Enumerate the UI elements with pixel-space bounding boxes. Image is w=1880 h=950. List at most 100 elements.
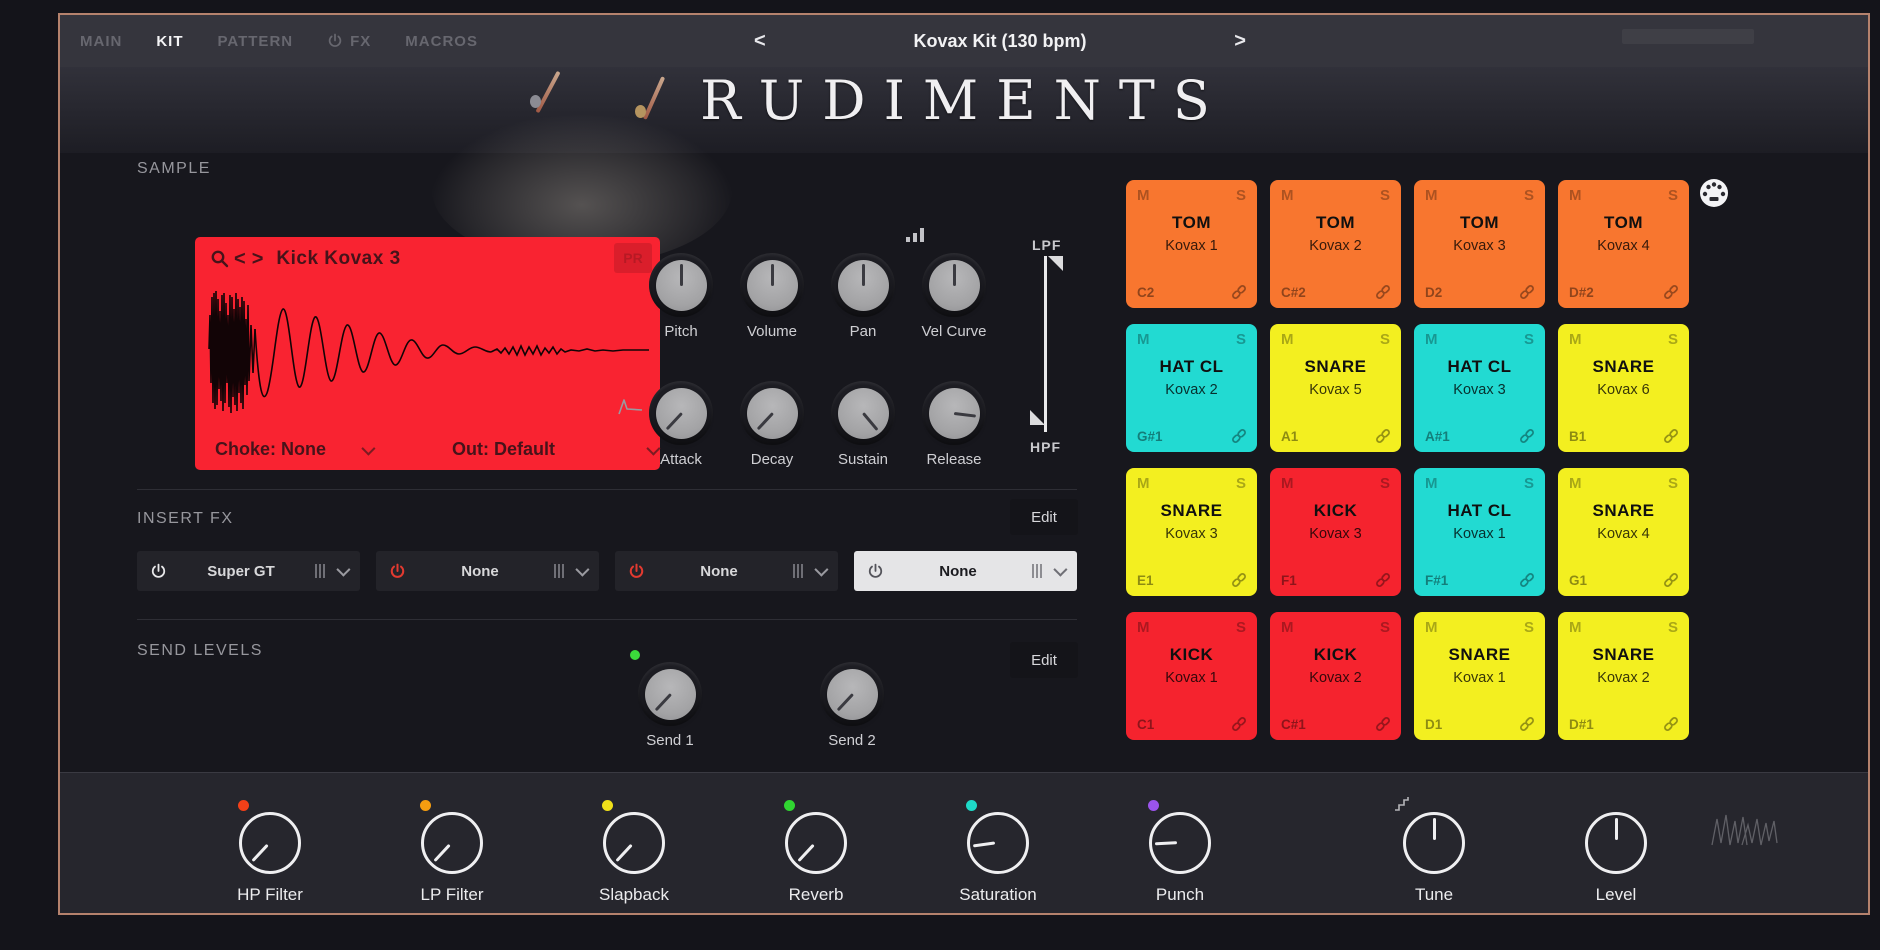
preset-prev-button[interactable]: < (740, 30, 780, 53)
solo-button[interactable]: S (1236, 619, 1246, 636)
power-icon[interactable] (327, 33, 343, 49)
mute-button[interactable]: M (1569, 475, 1582, 492)
fx-slot-2[interactable]: None (376, 551, 599, 591)
mute-button[interactable]: M (1137, 331, 1150, 348)
send-levels-edit-button[interactable]: Edit (1010, 642, 1078, 678)
reverb-macro-knob[interactable]: Reverb (766, 812, 866, 905)
mute-button[interactable]: M (1425, 475, 1438, 492)
mute-button[interactable]: M (1281, 187, 1294, 204)
drag-handle-icon[interactable] (1032, 564, 1042, 578)
level-macro-knob[interactable]: Level (1566, 812, 1666, 905)
link-icon[interactable] (1662, 283, 1680, 301)
solo-button[interactable]: S (1668, 475, 1678, 492)
solo-button[interactable]: S (1524, 331, 1534, 348)
tab-main[interactable]: MAIN (80, 33, 122, 50)
pad-kick-kovax-3[interactable]: M S KICK Kovax 3 F1 (1270, 468, 1401, 596)
decay-knob[interactable]: Decay (737, 381, 807, 468)
preset-next-button[interactable]: > (1220, 30, 1260, 53)
solo-button[interactable]: S (1668, 331, 1678, 348)
chevron-down-icon[interactable] (575, 563, 589, 577)
solo-button[interactable]: S (1668, 187, 1678, 204)
insert-fx-edit-button[interactable]: Edit (1010, 499, 1078, 535)
link-icon[interactable] (1374, 283, 1392, 301)
mute-button[interactable]: M (1137, 187, 1150, 204)
chevron-down-icon[interactable] (336, 563, 350, 577)
link-icon[interactable] (1518, 427, 1536, 445)
link-icon[interactable] (1518, 715, 1536, 733)
power-icon[interactable] (150, 563, 167, 580)
power-icon[interactable] (867, 563, 884, 580)
fx-slot-name[interactable]: None (406, 563, 554, 580)
solo-button[interactable]: S (1380, 475, 1390, 492)
solo-button[interactable]: S (1524, 619, 1534, 636)
mute-button[interactable]: M (1425, 619, 1438, 636)
preset-name[interactable]: Kovax Kit (130 bpm) (913, 31, 1086, 52)
pad-tom-kovax-4[interactable]: M S TOM Kovax 4 D#2 (1558, 180, 1689, 308)
solo-button[interactable]: S (1380, 331, 1390, 348)
fx-slot-name[interactable]: Super GT (167, 563, 315, 580)
pad-tom-kovax-1[interactable]: M S TOM Kovax 1 C2 (1126, 180, 1257, 308)
link-icon[interactable] (1518, 283, 1536, 301)
mute-button[interactable]: M (1137, 619, 1150, 636)
solo-button[interactable]: S (1524, 187, 1534, 204)
waveform[interactable] (201, 285, 654, 420)
pad-snare-kovax-5[interactable]: M S SNARE Kovax 5 A1 (1270, 324, 1401, 452)
link-icon[interactable] (1230, 715, 1248, 733)
vel-curve-knob[interactable]: Vel Curve (919, 253, 989, 340)
tab-kit[interactable]: KIT (156, 33, 183, 50)
link-icon[interactable] (1662, 427, 1680, 445)
mute-button[interactable]: M (1281, 619, 1294, 636)
pan-knob[interactable]: Pan (828, 253, 898, 340)
link-icon[interactable] (1230, 571, 1248, 589)
saturation-macro-knob[interactable]: Saturation (948, 812, 1048, 905)
link-icon[interactable] (1230, 283, 1248, 301)
solo-button[interactable]: S (1236, 331, 1246, 348)
solo-button[interactable]: S (1668, 619, 1678, 636)
link-icon[interactable] (1374, 427, 1392, 445)
fx-slot-name[interactable]: None (884, 563, 1032, 580)
solo-button[interactable]: S (1380, 619, 1390, 636)
drag-handle-icon[interactable] (315, 564, 325, 578)
pitch-knob[interactable]: Pitch (646, 253, 716, 340)
power-icon[interactable] (389, 563, 406, 580)
sample-name[interactable]: Kick Kovax 3 (276, 248, 400, 270)
solo-button[interactable]: S (1524, 475, 1534, 492)
chevron-down-icon[interactable] (1053, 563, 1067, 577)
mute-button[interactable]: M (1425, 187, 1438, 204)
release-knob[interactable]: Release (919, 381, 989, 468)
pad-tom-kovax-2[interactable]: M S TOM Kovax 2 C#2 (1270, 180, 1401, 308)
drag-handle-icon[interactable] (554, 564, 564, 578)
pad-snare-kovax-2[interactable]: M S SNARE Kovax 2 D#1 (1558, 612, 1689, 740)
link-icon[interactable] (1662, 715, 1680, 733)
mute-button[interactable]: M (1569, 187, 1582, 204)
fx-slot-name[interactable]: None (645, 563, 793, 580)
mute-button[interactable]: M (1425, 331, 1438, 348)
link-icon[interactable] (1518, 571, 1536, 589)
mute-button[interactable]: M (1569, 619, 1582, 636)
link-icon[interactable] (1374, 571, 1392, 589)
mute-button[interactable]: M (1281, 475, 1294, 492)
drag-handle-icon[interactable] (793, 564, 803, 578)
tab-macros[interactable]: MACROS (405, 33, 478, 50)
pad-snare-kovax-4[interactable]: M S SNARE Kovax 4 G1 (1558, 468, 1689, 596)
fx-slot-4-selected[interactable]: None (854, 551, 1077, 591)
solo-button[interactable]: S (1380, 187, 1390, 204)
search-icon[interactable] (209, 248, 231, 270)
pad-kick-kovax-2[interactable]: M S KICK Kovax 2 C#1 (1270, 612, 1401, 740)
attack-knob[interactable]: Attack (646, 381, 716, 468)
send-1-knob[interactable]: Send 1 (635, 662, 705, 749)
mute-button[interactable]: M (1137, 475, 1150, 492)
pad-snare-kovax-1[interactable]: M S SNARE Kovax 1 D1 (1414, 612, 1545, 740)
pad-hatcl-kovax-1[interactable]: M S HAT CL Kovax 1 F#1 (1414, 468, 1545, 596)
midi-icon[interactable] (1698, 177, 1730, 209)
fx-slot-1[interactable]: Super GT (137, 551, 360, 591)
fx-slot-3[interactable]: None (615, 551, 838, 591)
tab-pattern[interactable]: PATTERN (218, 33, 294, 50)
link-icon[interactable] (1230, 427, 1248, 445)
mute-button[interactable]: M (1281, 331, 1294, 348)
lpf-handle[interactable] (1048, 256, 1063, 271)
solo-button[interactable]: S (1236, 187, 1246, 204)
solo-button[interactable]: S (1236, 475, 1246, 492)
chevron-down-icon[interactable] (814, 563, 828, 577)
hpf-handle[interactable] (1030, 410, 1045, 425)
